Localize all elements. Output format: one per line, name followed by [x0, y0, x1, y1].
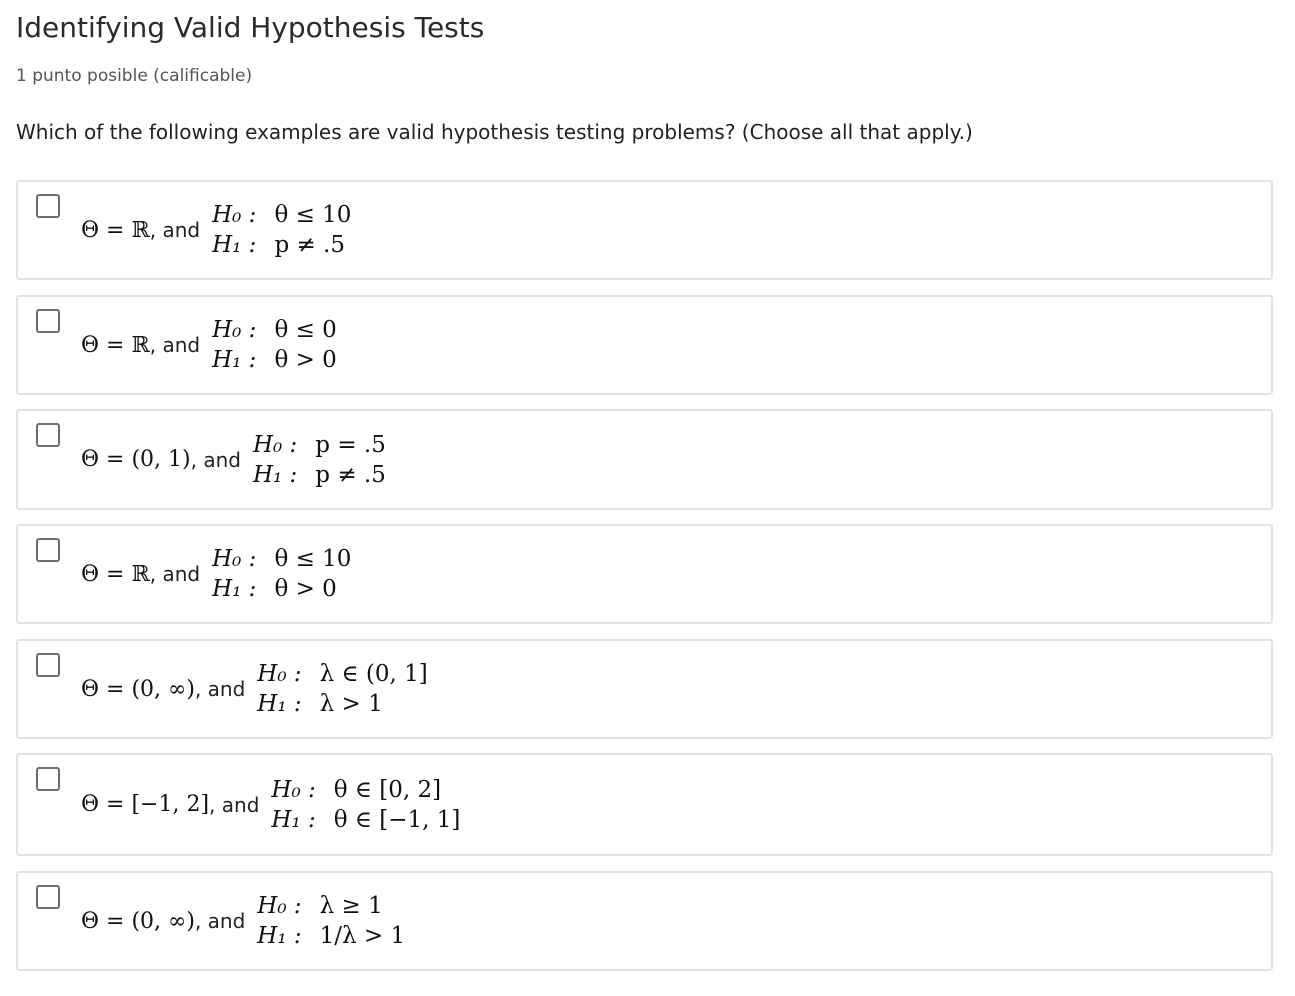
points-info: 1 punto posible (calificable): [16, 66, 253, 86]
choice-checkbox-1[interactable]: [36, 194, 60, 218]
parameter-space: Θ = ℝ: [81, 217, 150, 243]
null-hypothesis-expr: θ ≤ 10: [274, 546, 352, 572]
null-hypothesis-label: H₀ :: [212, 317, 257, 343]
alt-hypothesis-expr: θ > 0: [274, 347, 337, 373]
alt-hypothesis-expr: 1/λ > 1: [319, 923, 406, 949]
alt-hypothesis-label: H₁ :: [257, 691, 302, 717]
choice-option-1[interactable]: Θ = ℝ , and H₀ : θ ≤ 10 H₁ : p ≠ .5: [16, 180, 1273, 280]
connector-text: , and: [149, 333, 201, 357]
connector-text: , and: [194, 677, 246, 701]
null-hypothesis-expr: λ ∈ (0, 1]: [319, 661, 428, 687]
hypotheses-block: H₀ : θ ∈ [0, 2] H₁ : θ ∈ [−1, 1]: [271, 777, 460, 833]
connector-text: , and: [149, 562, 201, 586]
choice-checkbox-2[interactable]: [36, 309, 60, 333]
choice-option-6[interactable]: Θ = [−1, 2] , and H₀ : θ ∈ [0, 2] H₁ : θ…: [16, 753, 1273, 856]
null-hypothesis-expr: θ ∈ [0, 2]: [333, 776, 442, 803]
choice-option-2[interactable]: Θ = ℝ , and H₀ : θ ≤ 0 H₁ : θ > 0: [16, 295, 1273, 395]
null-hypothesis-label: H₀ :: [212, 202, 257, 228]
null-hypothesis-label: H₀ :: [257, 893, 302, 919]
alt-hypothesis-label: H₁ :: [212, 347, 257, 373]
alt-hypothesis-expr: θ ∈ [−1, 1]: [333, 806, 461, 833]
null-hypothesis-label: H₀ :: [271, 776, 316, 803]
alt-hypothesis-label: H₁ :: [252, 461, 298, 488]
parameter-space: Θ = [−1, 2]: [81, 792, 210, 817]
hypotheses-block: H₀ : λ ≥ 1 H₁ : 1/λ > 1: [257, 893, 405, 949]
alt-hypothesis-label: H₁ :: [212, 576, 257, 602]
choice-label-4: Θ = ℝ , and H₀ : θ ≤ 10 H₁ : θ > 0: [81, 526, 351, 622]
choice-checkbox-3[interactable]: [36, 423, 60, 447]
alt-hypothesis-label: H₁ :: [212, 232, 257, 258]
choice-label-5: Θ = (0, ∞) , and H₀ : λ ∈ (0, 1] H₁ : λ …: [81, 641, 428, 737]
parameter-space: Θ = ℝ: [81, 561, 150, 587]
choice-label-6: Θ = [−1, 2] , and H₀ : θ ∈ [0, 2] H₁ : θ…: [81, 755, 460, 854]
alt-hypothesis-label: H₁ :: [271, 806, 316, 833]
null-hypothesis-expr: p = .5: [315, 431, 386, 458]
choice-checkbox-6[interactable]: [36, 767, 60, 791]
choice-checkbox-7[interactable]: [36, 885, 60, 909]
alt-hypothesis-label: H₁ :: [257, 923, 302, 949]
connector-text: , and: [194, 909, 246, 933]
null-hypothesis-expr: λ ≥ 1: [319, 893, 383, 919]
choice-option-7[interactable]: Θ = (0, ∞) , and H₀ : λ ≥ 1 H₁ : 1/λ > 1: [16, 871, 1273, 971]
choice-checkbox-5[interactable]: [36, 653, 60, 677]
parameter-space: Θ = (0, 1): [81, 447, 191, 472]
hypotheses-block: H₀ : θ ≤ 10 H₁ : θ > 0: [212, 546, 351, 602]
hypotheses-block: H₀ : θ ≤ 10 H₁ : p ≠ .5: [212, 202, 351, 258]
connector-text: , and: [209, 792, 260, 817]
null-hypothesis-expr: θ ≤ 0: [274, 317, 337, 343]
problem-title: Identifying Valid Hypothesis Tests: [16, 11, 485, 44]
choice-checkbox-4[interactable]: [36, 538, 60, 562]
choice-label-1: Θ = ℝ , and H₀ : θ ≤ 10 H₁ : p ≠ .5: [81, 182, 351, 278]
choice-label-3: Θ = (0, 1) , and H₀ : p = .5 H₁ : p ≠ .5: [81, 411, 386, 508]
null-hypothesis-label: H₀ :: [252, 431, 298, 458]
choice-option-5[interactable]: Θ = (0, ∞) , and H₀ : λ ∈ (0, 1] H₁ : λ …: [16, 639, 1273, 739]
choice-label-2: Θ = ℝ , and H₀ : θ ≤ 0 H₁ : θ > 0: [81, 297, 337, 393]
hypotheses-block: H₀ : θ ≤ 0 H₁ : θ > 0: [212, 317, 337, 373]
alt-hypothesis-expr: p ≠ .5: [315, 461, 386, 488]
hypotheses-block: H₀ : λ ∈ (0, 1] H₁ : λ > 1: [257, 661, 427, 717]
connector-text: , and: [190, 447, 241, 472]
choice-option-3[interactable]: Θ = (0, 1) , and H₀ : p = .5 H₁ : p ≠ .5: [16, 409, 1273, 510]
parameter-space: Θ = (0, ∞): [81, 676, 195, 702]
hypotheses-block: H₀ : p = .5 H₁ : p ≠ .5: [253, 432, 386, 488]
alt-hypothesis-expr: λ > 1: [319, 691, 383, 717]
connector-text: , and: [149, 218, 201, 242]
choice-option-4[interactable]: Θ = ℝ , and H₀ : θ ≤ 10 H₁ : θ > 0: [16, 524, 1273, 624]
question-prompt: Which of the following examples are vali…: [16, 120, 973, 144]
null-hypothesis-label: H₀ :: [212, 546, 257, 572]
null-hypothesis-expr: θ ≤ 10: [274, 202, 352, 228]
choice-label-7: Θ = (0, ∞) , and H₀ : λ ≥ 1 H₁ : 1/λ > 1: [81, 873, 405, 969]
parameter-space: Θ = ℝ: [81, 332, 150, 358]
alt-hypothesis-expr: p ≠ .5: [274, 232, 345, 258]
alt-hypothesis-expr: θ > 0: [274, 576, 337, 602]
parameter-space: Θ = (0, ∞): [81, 908, 195, 934]
null-hypothesis-label: H₀ :: [257, 661, 302, 687]
